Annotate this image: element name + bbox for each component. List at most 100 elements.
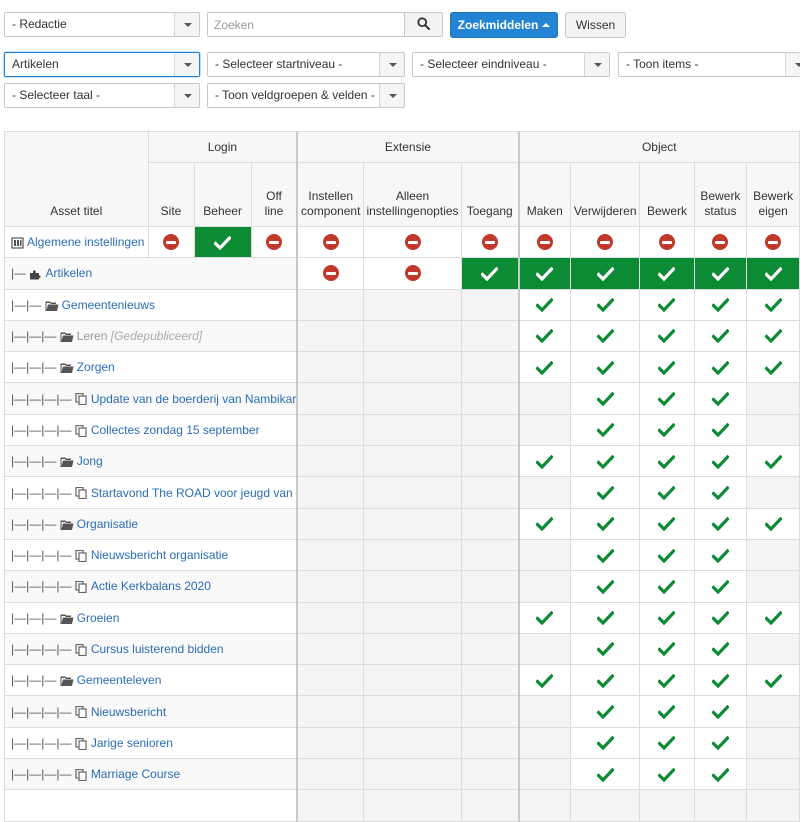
check-icon [596, 705, 614, 720]
fieldgroups-select[interactable]: - Toon veldgroepen & velden - [207, 83, 405, 108]
permission-cell-delete [569, 538, 641, 572]
article-icon [75, 581, 87, 594]
permission-cell-edit-own [746, 476, 800, 509]
permission-cell-configure-component [296, 726, 365, 760]
column-header-label: Off [266, 189, 282, 203]
search-button[interactable] [404, 12, 443, 37]
permission-cell-create [517, 538, 571, 572]
asset-title-link[interactable]: Zorgen [77, 360, 115, 374]
article-icon [75, 706, 87, 719]
permission-cell-edit-own [746, 601, 800, 634]
permission-cell-configure-component [296, 413, 365, 447]
check-icon [596, 611, 614, 626]
permission-cell-create [517, 695, 571, 728]
language-select[interactable]: - Selecteer taal - [4, 83, 200, 108]
permission-cell-create [517, 632, 571, 666]
permission-cell-options-only [363, 632, 462, 666]
permission-cell-edit-own [746, 695, 800, 728]
asset-title-link[interactable]: Collectes zondag 15 september [91, 423, 260, 437]
asset-title-link[interactable]: Cursus luisterend bidden [91, 642, 224, 656]
asset-title-cell: |—|—|— Groeien [4, 601, 298, 634]
asset-title-link[interactable]: Gemeenteleven [77, 673, 162, 687]
asset-title-link[interactable]: Update van de boerderij van Nambikar [91, 392, 296, 406]
permission-cell-configure-component [296, 758, 365, 791]
article-icon [75, 737, 87, 750]
deny-icon [536, 234, 553, 251]
clear-button[interactable]: Wissen [565, 12, 626, 38]
start-level-select[interactable]: - Selecteer startniveau - [207, 52, 405, 77]
permission-cell-create [517, 664, 571, 697]
deny-icon [404, 234, 421, 251]
check-icon [711, 673, 729, 688]
component-select[interactable]: Artikelen [4, 52, 200, 77]
check-icon [596, 266, 614, 281]
asset-title-link[interactable]: Leren [77, 329, 108, 343]
permission-cell-edit [639, 225, 695, 259]
permission-cell-access [460, 288, 520, 321]
asset-title-link[interactable]: Jarige senioren [91, 736, 173, 750]
table-row: |—|—|—|— Nieuwsbericht [4, 695, 800, 728]
permission-cell-delete [569, 507, 641, 540]
search-tools-label: Zoekmiddelen [457, 18, 539, 32]
search-tools-button[interactable]: Zoekmiddelen [450, 12, 558, 38]
asset-title-link[interactable]: Organisatie [77, 517, 138, 531]
table-row: |—|—|—|— Collectes zondag 15 september [4, 413, 800, 447]
check-icon [711, 423, 729, 438]
permission-cell-create [517, 319, 571, 353]
check-icon [596, 548, 614, 563]
end-level-select[interactable]: - Selecteer eindniveau - [412, 52, 610, 77]
tree-prefix: |—|—|— [11, 610, 60, 625]
check-icon [658, 517, 676, 532]
check-icon [711, 392, 729, 407]
check-icon [658, 485, 676, 500]
check-icon [658, 454, 676, 469]
tree-prefix: |—|—|— [11, 516, 60, 531]
permission-cell-delete [569, 664, 641, 697]
column-header-edit-state: Bewerk status [693, 162, 748, 227]
asset-title-header[interactable]: Asset titel [4, 131, 149, 227]
permission-cell-edit-own [746, 413, 800, 447]
group-header-extension: Extensie [296, 131, 520, 163]
asset-title-cell: |— Artikelen [4, 257, 298, 290]
asset-title-cell: |—|—|— Jong [4, 445, 298, 478]
permission-cell-delete [569, 413, 641, 447]
check-icon [536, 673, 554, 688]
permission-cell-edit-state [693, 538, 748, 572]
asset-title-link[interactable]: Actie Kerkbalans 2020 [91, 579, 211, 593]
asset-title-link[interactable]: Gemeentenieuws [62, 298, 155, 312]
asset-title-cell: |—|—|—|— Jarige senioren [4, 726, 298, 760]
check-icon [596, 298, 614, 313]
asset-title-link[interactable]: Jong [77, 454, 103, 468]
asset-title-cell: |—|— Gemeentenieuws [4, 288, 298, 321]
asset-title-link[interactable]: Groeien [77, 611, 120, 625]
chevron-down-icon [785, 53, 800, 76]
asset-title-link[interactable]: Algemene instellingen [27, 235, 144, 249]
clear-label: Wissen [575, 18, 616, 32]
tree-prefix: |—|—|— [11, 673, 60, 688]
permission-cell-options-only [363, 601, 462, 634]
context-select[interactable]: - Redactie [4, 12, 200, 37]
unpublished-note: [Gedepubliceerd] [110, 329, 203, 344]
asset-title-link[interactable]: Artikelen [45, 266, 92, 280]
asset-title-cell [4, 789, 298, 822]
show-items-select[interactable]: - Toon items - [618, 52, 800, 77]
check-icon [596, 423, 614, 438]
tree-prefix: |—|— [11, 297, 45, 312]
asset-title-link[interactable]: Marriage Course [91, 767, 180, 781]
deny-icon [658, 234, 675, 251]
column-header-label: Instellen [308, 189, 354, 203]
asset-title-link[interactable]: Startavond The ROAD voor jeugd van [91, 486, 293, 500]
asset-title-link[interactable]: Nieuwsbericht [91, 705, 166, 719]
search-input[interactable] [207, 12, 405, 37]
column-header-delete: Verwijderen [569, 162, 641, 227]
column-header-admin: Beheer [193, 162, 252, 227]
check-icon [711, 298, 729, 313]
tree-prefix: |—|—|—|— [11, 704, 75, 719]
asset-title-link[interactable]: Nieuwsbericht organisatie [91, 548, 228, 562]
folder-icon [60, 676, 74, 687]
check-icon [596, 454, 614, 469]
deny-icon [765, 234, 782, 251]
tree-prefix: |—|—|—|— [11, 579, 75, 594]
permission-cell-configure-component [296, 632, 365, 666]
permission-cell-edit [639, 507, 695, 540]
